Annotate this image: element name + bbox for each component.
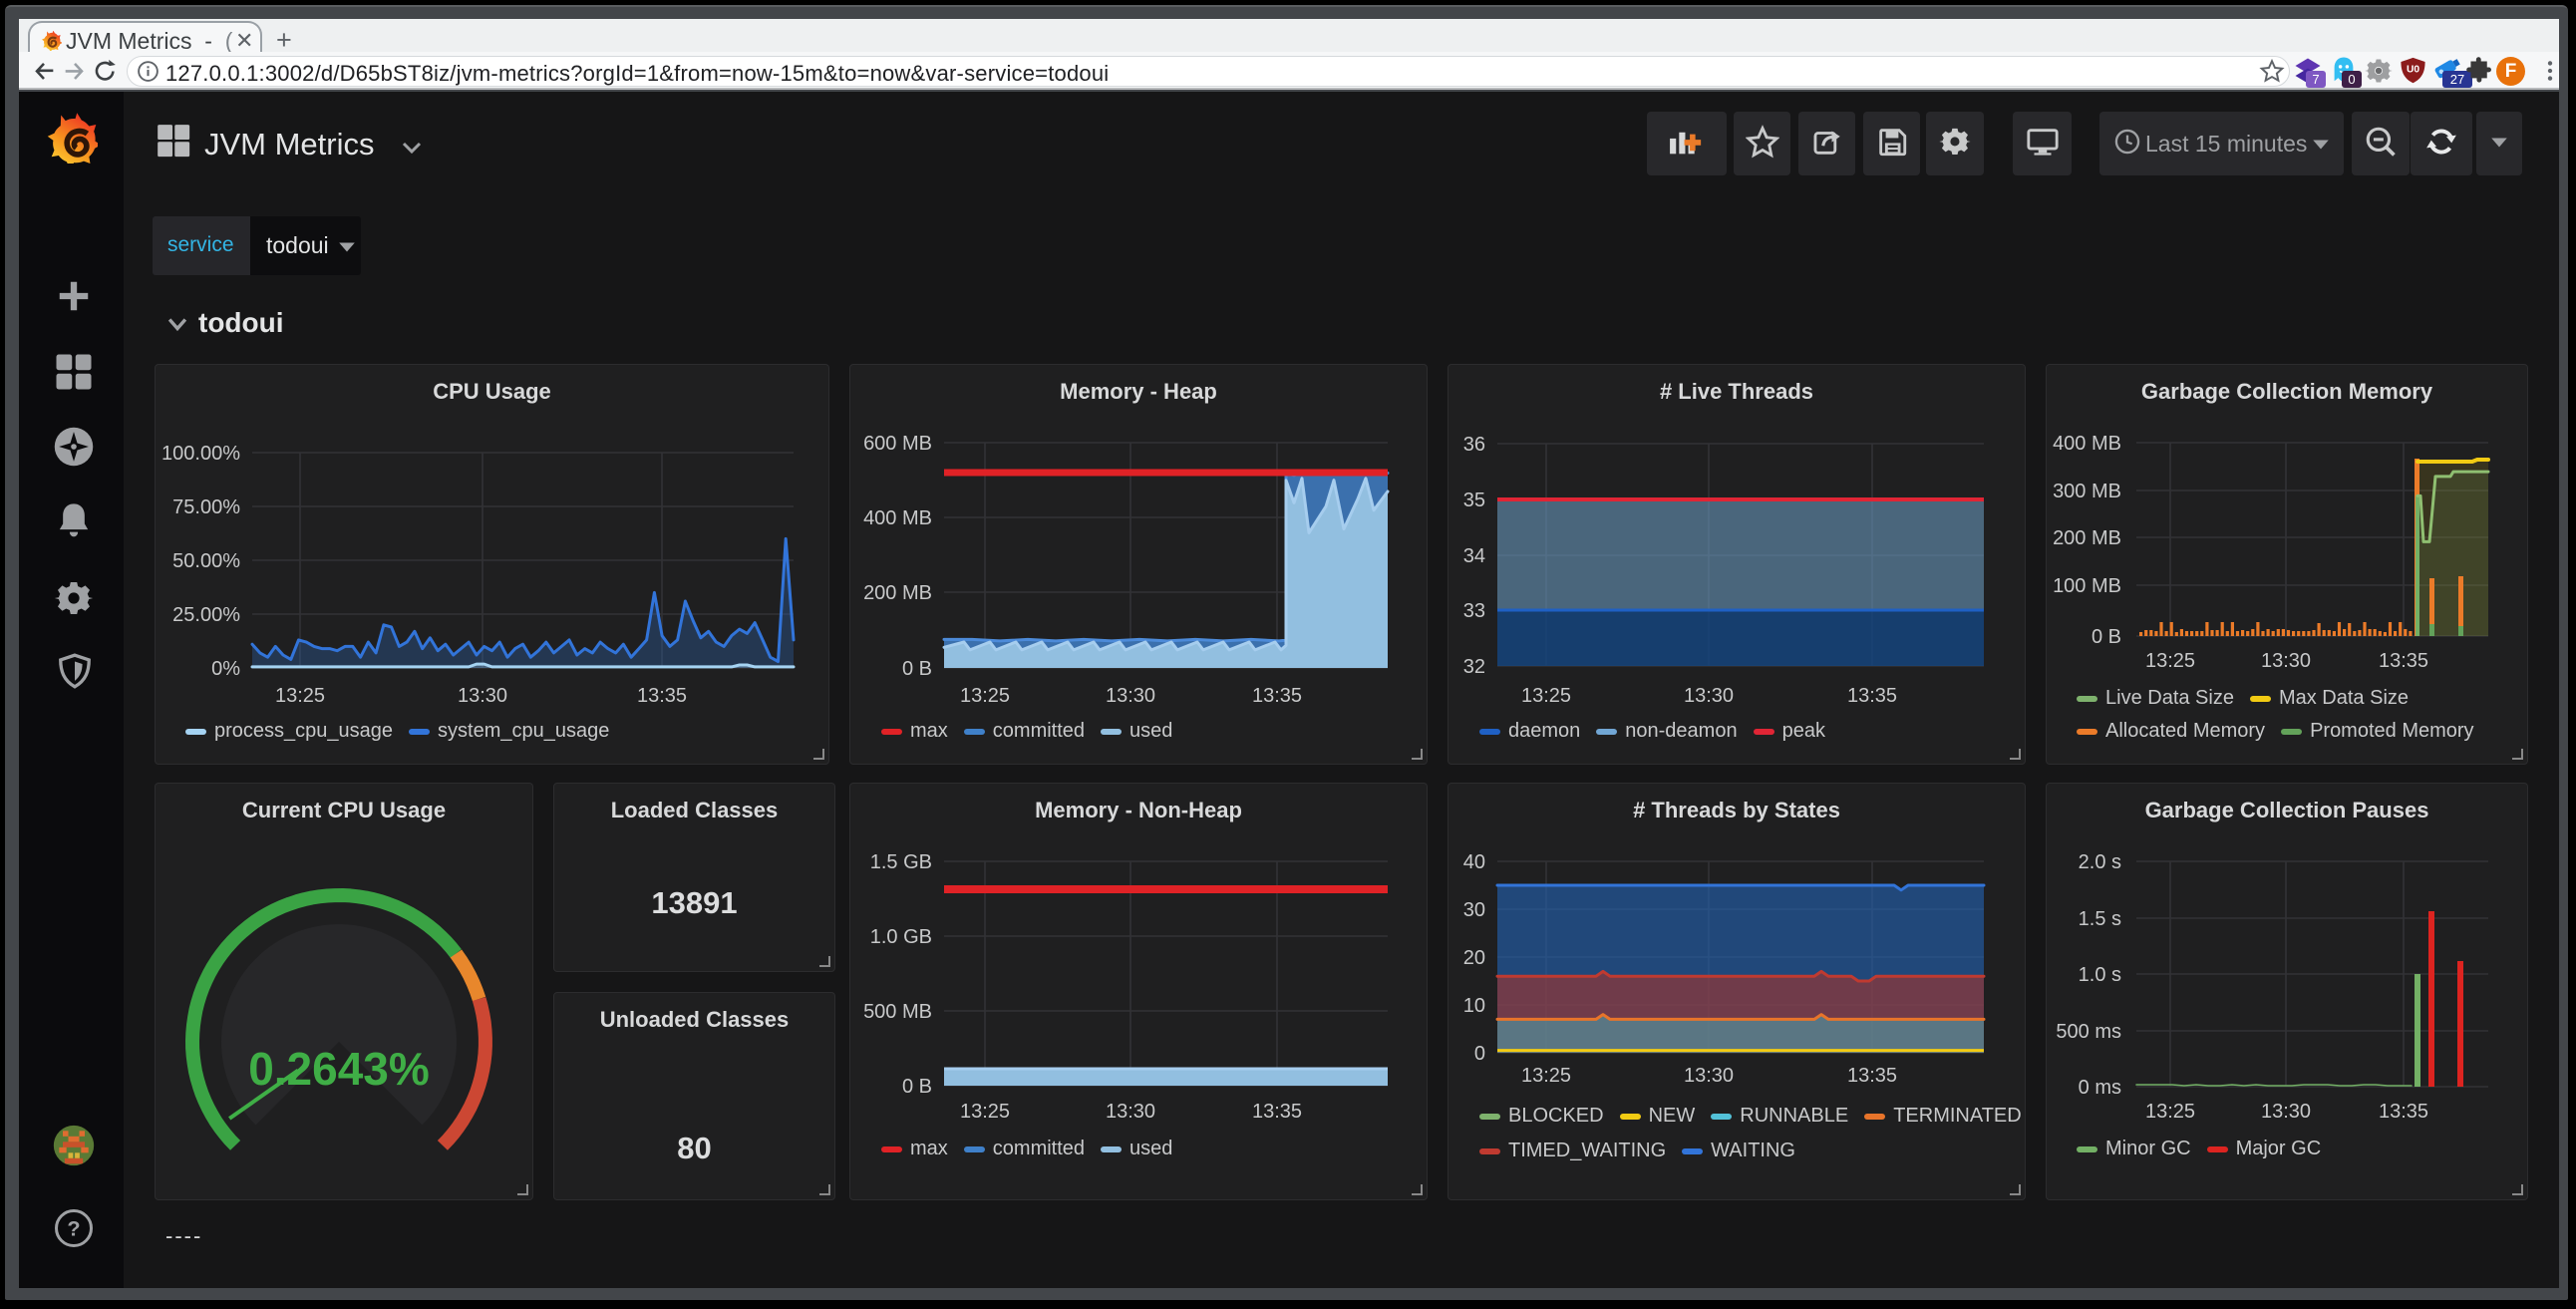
svg-text:13:25: 13:25 — [2145, 650, 2195, 672]
svg-text:13:35: 13:35 — [1847, 685, 1897, 707]
svg-text:13:25: 13:25 — [960, 1101, 1010, 1123]
svg-text:13:30: 13:30 — [1106, 1101, 1155, 1123]
svg-text:13:25: 13:25 — [1521, 685, 1571, 707]
svg-text:25.00%: 25.00% — [172, 604, 240, 626]
svg-text:40: 40 — [1463, 851, 1485, 873]
svg-text:200 MB: 200 MB — [2053, 527, 2121, 549]
svg-text:500 MB: 500 MB — [863, 1001, 932, 1023]
svg-text:75.00%: 75.00% — [172, 496, 240, 518]
svg-text:0 B: 0 B — [2092, 626, 2121, 648]
svg-text:36: 36 — [1463, 434, 1485, 456]
svg-text:13:30: 13:30 — [1106, 685, 1155, 707]
svg-text:1.5 s: 1.5 s — [2079, 908, 2121, 930]
svg-text:13:30: 13:30 — [458, 685, 507, 707]
svg-text:300 MB: 300 MB — [2053, 481, 2121, 502]
svg-text:1.5 GB: 1.5 GB — [870, 851, 932, 873]
svg-text:0 B: 0 B — [902, 658, 932, 680]
svg-text:34: 34 — [1463, 545, 1485, 567]
svg-text:0: 0 — [1474, 1043, 1485, 1065]
svg-text:20: 20 — [1463, 947, 1485, 969]
svg-text:13:35: 13:35 — [1252, 685, 1302, 707]
svg-text:2.0 s: 2.0 s — [2079, 851, 2121, 873]
svg-text:0%: 0% — [211, 658, 240, 680]
svg-text:32: 32 — [1463, 656, 1485, 678]
svg-text:13:25: 13:25 — [2145, 1101, 2195, 1123]
svg-text:13:35: 13:35 — [2379, 1101, 2428, 1123]
svg-text:10: 10 — [1463, 995, 1485, 1017]
svg-text:13:35: 13:35 — [637, 685, 687, 707]
svg-text:13:30: 13:30 — [2261, 650, 2311, 672]
svg-text:13:25: 13:25 — [1521, 1065, 1571, 1087]
svg-text:13:35: 13:35 — [1847, 1065, 1897, 1087]
svg-text:35: 35 — [1463, 490, 1485, 511]
svg-text:100 MB: 100 MB — [2053, 575, 2121, 597]
svg-text:13:35: 13:35 — [2379, 650, 2428, 672]
svg-text:13:30: 13:30 — [1684, 685, 1734, 707]
svg-text:200 MB: 200 MB — [863, 582, 932, 604]
svg-text:30: 30 — [1463, 899, 1485, 921]
svg-text:13:25: 13:25 — [960, 685, 1010, 707]
svg-text:1.0 GB: 1.0 GB — [870, 926, 932, 948]
svg-text:1.0 s: 1.0 s — [2079, 964, 2121, 986]
svg-text:13:25: 13:25 — [275, 685, 325, 707]
svg-text:13:30: 13:30 — [1684, 1065, 1734, 1087]
svg-text:500 ms: 500 ms — [2056, 1021, 2121, 1043]
svg-text:0.2643%: 0.2643% — [248, 1043, 430, 1095]
svg-text:50.00%: 50.00% — [172, 550, 240, 572]
svg-text:0 B: 0 B — [902, 1076, 932, 1098]
svg-text:100.00%: 100.00% — [161, 443, 240, 465]
svg-text:13:35: 13:35 — [1252, 1101, 1302, 1123]
svg-text:600 MB: 600 MB — [863, 433, 932, 455]
svg-text:13:30: 13:30 — [2261, 1101, 2311, 1123]
svg-text:400 MB: 400 MB — [863, 507, 932, 529]
svg-text:400 MB: 400 MB — [2053, 433, 2121, 455]
svg-text:33: 33 — [1463, 600, 1485, 622]
svg-text:0 ms: 0 ms — [2079, 1077, 2121, 1099]
